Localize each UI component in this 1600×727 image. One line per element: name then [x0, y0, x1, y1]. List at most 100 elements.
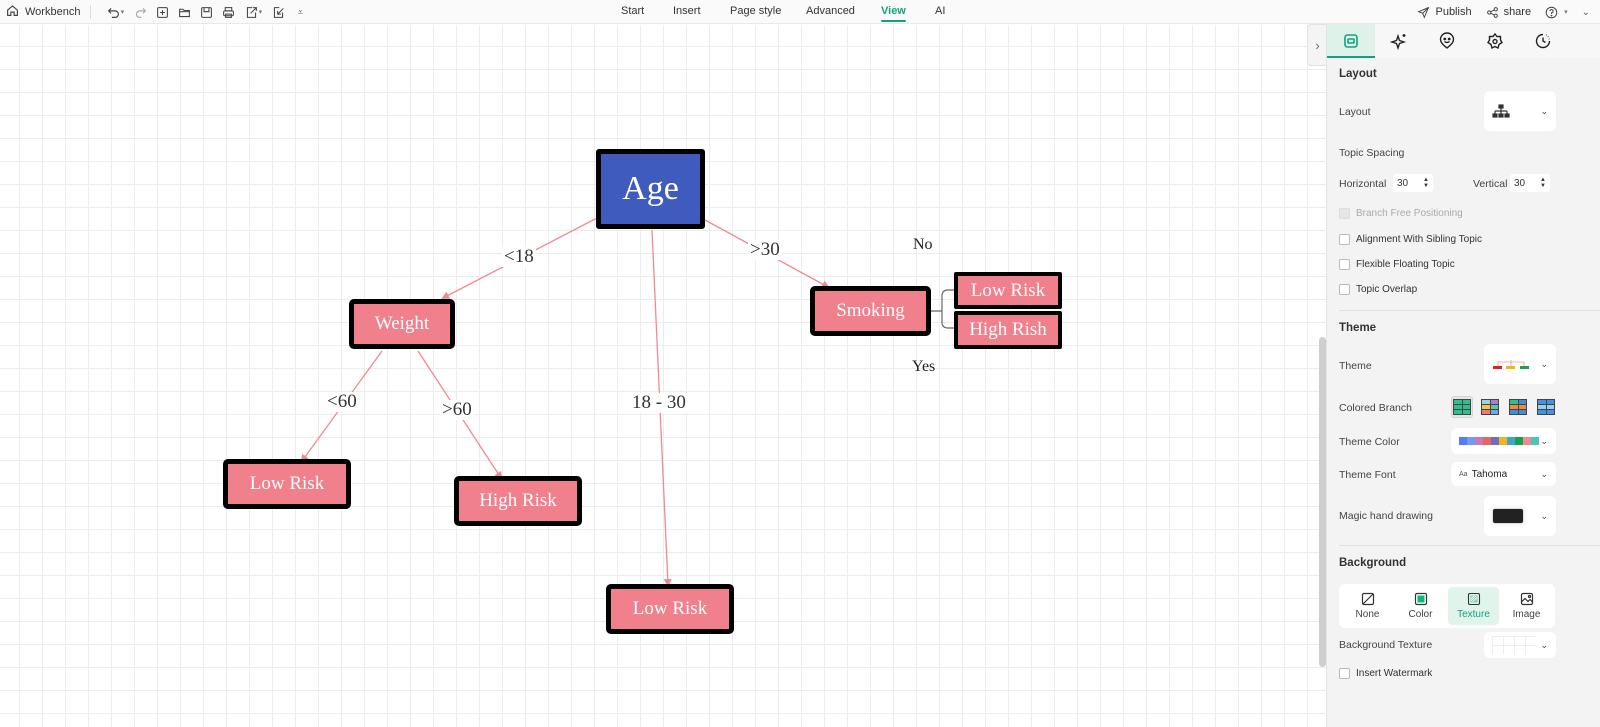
publish-button[interactable]: Publish [1417, 6, 1472, 19]
chevron-down-icon: ⌄ [1540, 105, 1548, 116]
spinner-icon[interactable]: ▲ ▼ [1540, 177, 1546, 189]
magic-hand-drawing-label: Magic hand drawing [1339, 510, 1433, 522]
checkbox-flexible-floating[interactable]: Flexible Floating Topic [1339, 259, 1455, 270]
checkbox-box[interactable] [1339, 234, 1350, 245]
node-weight[interactable]: Weight [349, 299, 455, 349]
label-no[interactable]: No [913, 236, 933, 254]
redo-button[interactable] [129, 1, 151, 23]
colored-branch-option-3[interactable] [1507, 396, 1529, 418]
tab-start[interactable]: Start [621, 5, 644, 17]
theme-color-swatch [1467, 437, 1475, 445]
spinner-icon[interactable]: ▲ ▼ [1423, 177, 1429, 189]
image-icon [1520, 592, 1533, 606]
checkbox-box[interactable] [1339, 668, 1350, 679]
edge-label-lt60[interactable]: <60 [325, 392, 359, 412]
panel-tab-layout[interactable] [1327, 24, 1375, 58]
label-yes[interactable]: Yes [912, 358, 935, 376]
tab-advanced[interactable]: Advanced [806, 5, 855, 17]
layout-label: Layout [1339, 106, 1371, 118]
open-folder-icon [179, 8, 190, 17]
checkbox-box[interactable] [1339, 208, 1350, 219]
theme-color-swatch [1507, 437, 1515, 445]
edge-label-lt18[interactable]: <18 [502, 247, 536, 267]
option-label: Color [1408, 609, 1433, 620]
background-option-color[interactable]: Color [1395, 587, 1446, 625]
panel-tab-history[interactable] [1519, 24, 1567, 58]
export-button[interactable]: ▾ [239, 1, 267, 23]
export-icon [246, 6, 257, 18]
tab-page-style[interactable]: Page style [730, 5, 781, 17]
node-smoking[interactable]: Smoking [810, 286, 931, 336]
theme-dropdown[interactable]: ⌄ [1484, 344, 1556, 384]
background-texture-dropdown[interactable]: ⌄ [1484, 632, 1556, 658]
panel-tab-badge[interactable] [1471, 24, 1519, 58]
chevron-down-icon: ⌄ [1540, 639, 1548, 650]
font-icon: Aa [1459, 470, 1468, 478]
divider [1339, 545, 1600, 546]
topic-spacing-label: Topic Spacing [1339, 147, 1405, 159]
theme-color-swatch [1491, 437, 1499, 445]
theme-font-label: Theme Font [1339, 469, 1396, 481]
edge-label-gt60[interactable]: >60 [440, 400, 474, 420]
horizontal-label: Horizontal [1339, 178, 1387, 190]
theme-color-dropdown[interactable]: ⌄ [1451, 428, 1556, 454]
diagram-canvas[interactable]: Age Weight Smoking Low Risk High Risk Lo… [0, 25, 1326, 727]
node-root-age[interactable]: Age [596, 149, 705, 229]
edge-smoking-branch [930, 289, 955, 329]
redo-icon [135, 7, 147, 18]
node-age-low-risk[interactable]: Low Risk [606, 584, 734, 634]
help-button[interactable]: ▾ [1545, 6, 1568, 19]
colored-branch-option-4[interactable] [1535, 396, 1557, 418]
node-smoking-low-risk[interactable]: Low Risk [954, 272, 1062, 309]
expand-toolbar-button[interactable]: ⌄ [1582, 7, 1590, 18]
history-clock-icon [1535, 33, 1551, 49]
background-option-image[interactable]: Image [1501, 587, 1552, 625]
layout-dropdown[interactable]: ⌄ [1484, 91, 1556, 131]
background-option-texture[interactable]: Texture [1448, 587, 1499, 625]
tab-view[interactable]: View [881, 5, 906, 22]
option-label: Image [1512, 609, 1541, 620]
undo-button[interactable]: ▾ [101, 1, 129, 23]
panel-tab-ai[interactable] [1375, 24, 1423, 58]
checkbox-box[interactable] [1339, 259, 1350, 270]
print-button[interactable] [217, 1, 239, 23]
background-option-none[interactable]: None [1342, 587, 1393, 625]
checkbox-alignment-sibling[interactable]: Alignment With Sibling Topic [1339, 234, 1482, 245]
checkbox-insert-watermark[interactable]: Insert Watermark [1339, 668, 1432, 679]
checkbox-topic-overlap[interactable]: Topic Overlap [1339, 284, 1417, 295]
theme-font-dropdown[interactable]: Aa Tahoma ⌄ [1451, 462, 1556, 486]
share-button[interactable]: share [1486, 6, 1531, 19]
node-smoking-high-risk[interactable]: High Rish [954, 311, 1062, 349]
more-tools-button[interactable]: ⩡ [289, 1, 311, 23]
magic-hand-drawing-dropdown[interactable]: ⌄ [1484, 496, 1556, 536]
import-button[interactable] [267, 1, 289, 23]
vertical-spacing-input[interactable]: 30 ▲ ▼ [1510, 174, 1550, 192]
smiley-icon [1439, 32, 1455, 49]
tab-insert[interactable]: Insert [673, 5, 701, 17]
theme-label: Theme [1339, 360, 1372, 372]
open-button[interactable] [173, 1, 195, 23]
workbench-button[interactable]: Workbench [6, 5, 92, 19]
branch-grid-icon [1537, 399, 1555, 415]
new-page-button[interactable] [151, 1, 173, 23]
colored-branch-option-1[interactable] [1451, 396, 1473, 418]
checkbox-branch-free-positioning[interactable]: Branch Free Positioning [1339, 208, 1463, 219]
canvas-vertical-scrollbar[interactable] [1319, 337, 1326, 667]
toolbar-right: Publish share ▾ ⌄ [1417, 0, 1590, 24]
print-icon [223, 6, 234, 18]
option-label: Texture [1457, 609, 1490, 620]
save-button[interactable] [195, 1, 217, 23]
tab-ai[interactable]: AI [935, 5, 945, 17]
node-weight-low-risk[interactable]: Low Risk [223, 459, 351, 509]
edge-label-gt30[interactable]: >30 [748, 240, 782, 260]
org-chart-layout-icon [1492, 104, 1510, 118]
help-icon [1545, 6, 1558, 18]
collapse-panel-button[interactable]: › [1307, 24, 1327, 66]
option-label: None [1355, 609, 1380, 620]
panel-tab-sticker[interactable] [1423, 24, 1471, 58]
horizontal-spacing-input[interactable]: 30 ▲ ▼ [1393, 174, 1433, 192]
edge-label-18-30[interactable]: 18 - 30 [630, 393, 688, 413]
checkbox-box[interactable] [1339, 284, 1350, 295]
node-weight-high-risk[interactable]: High Risk [454, 476, 582, 526]
colored-branch-option-2[interactable] [1479, 396, 1501, 418]
